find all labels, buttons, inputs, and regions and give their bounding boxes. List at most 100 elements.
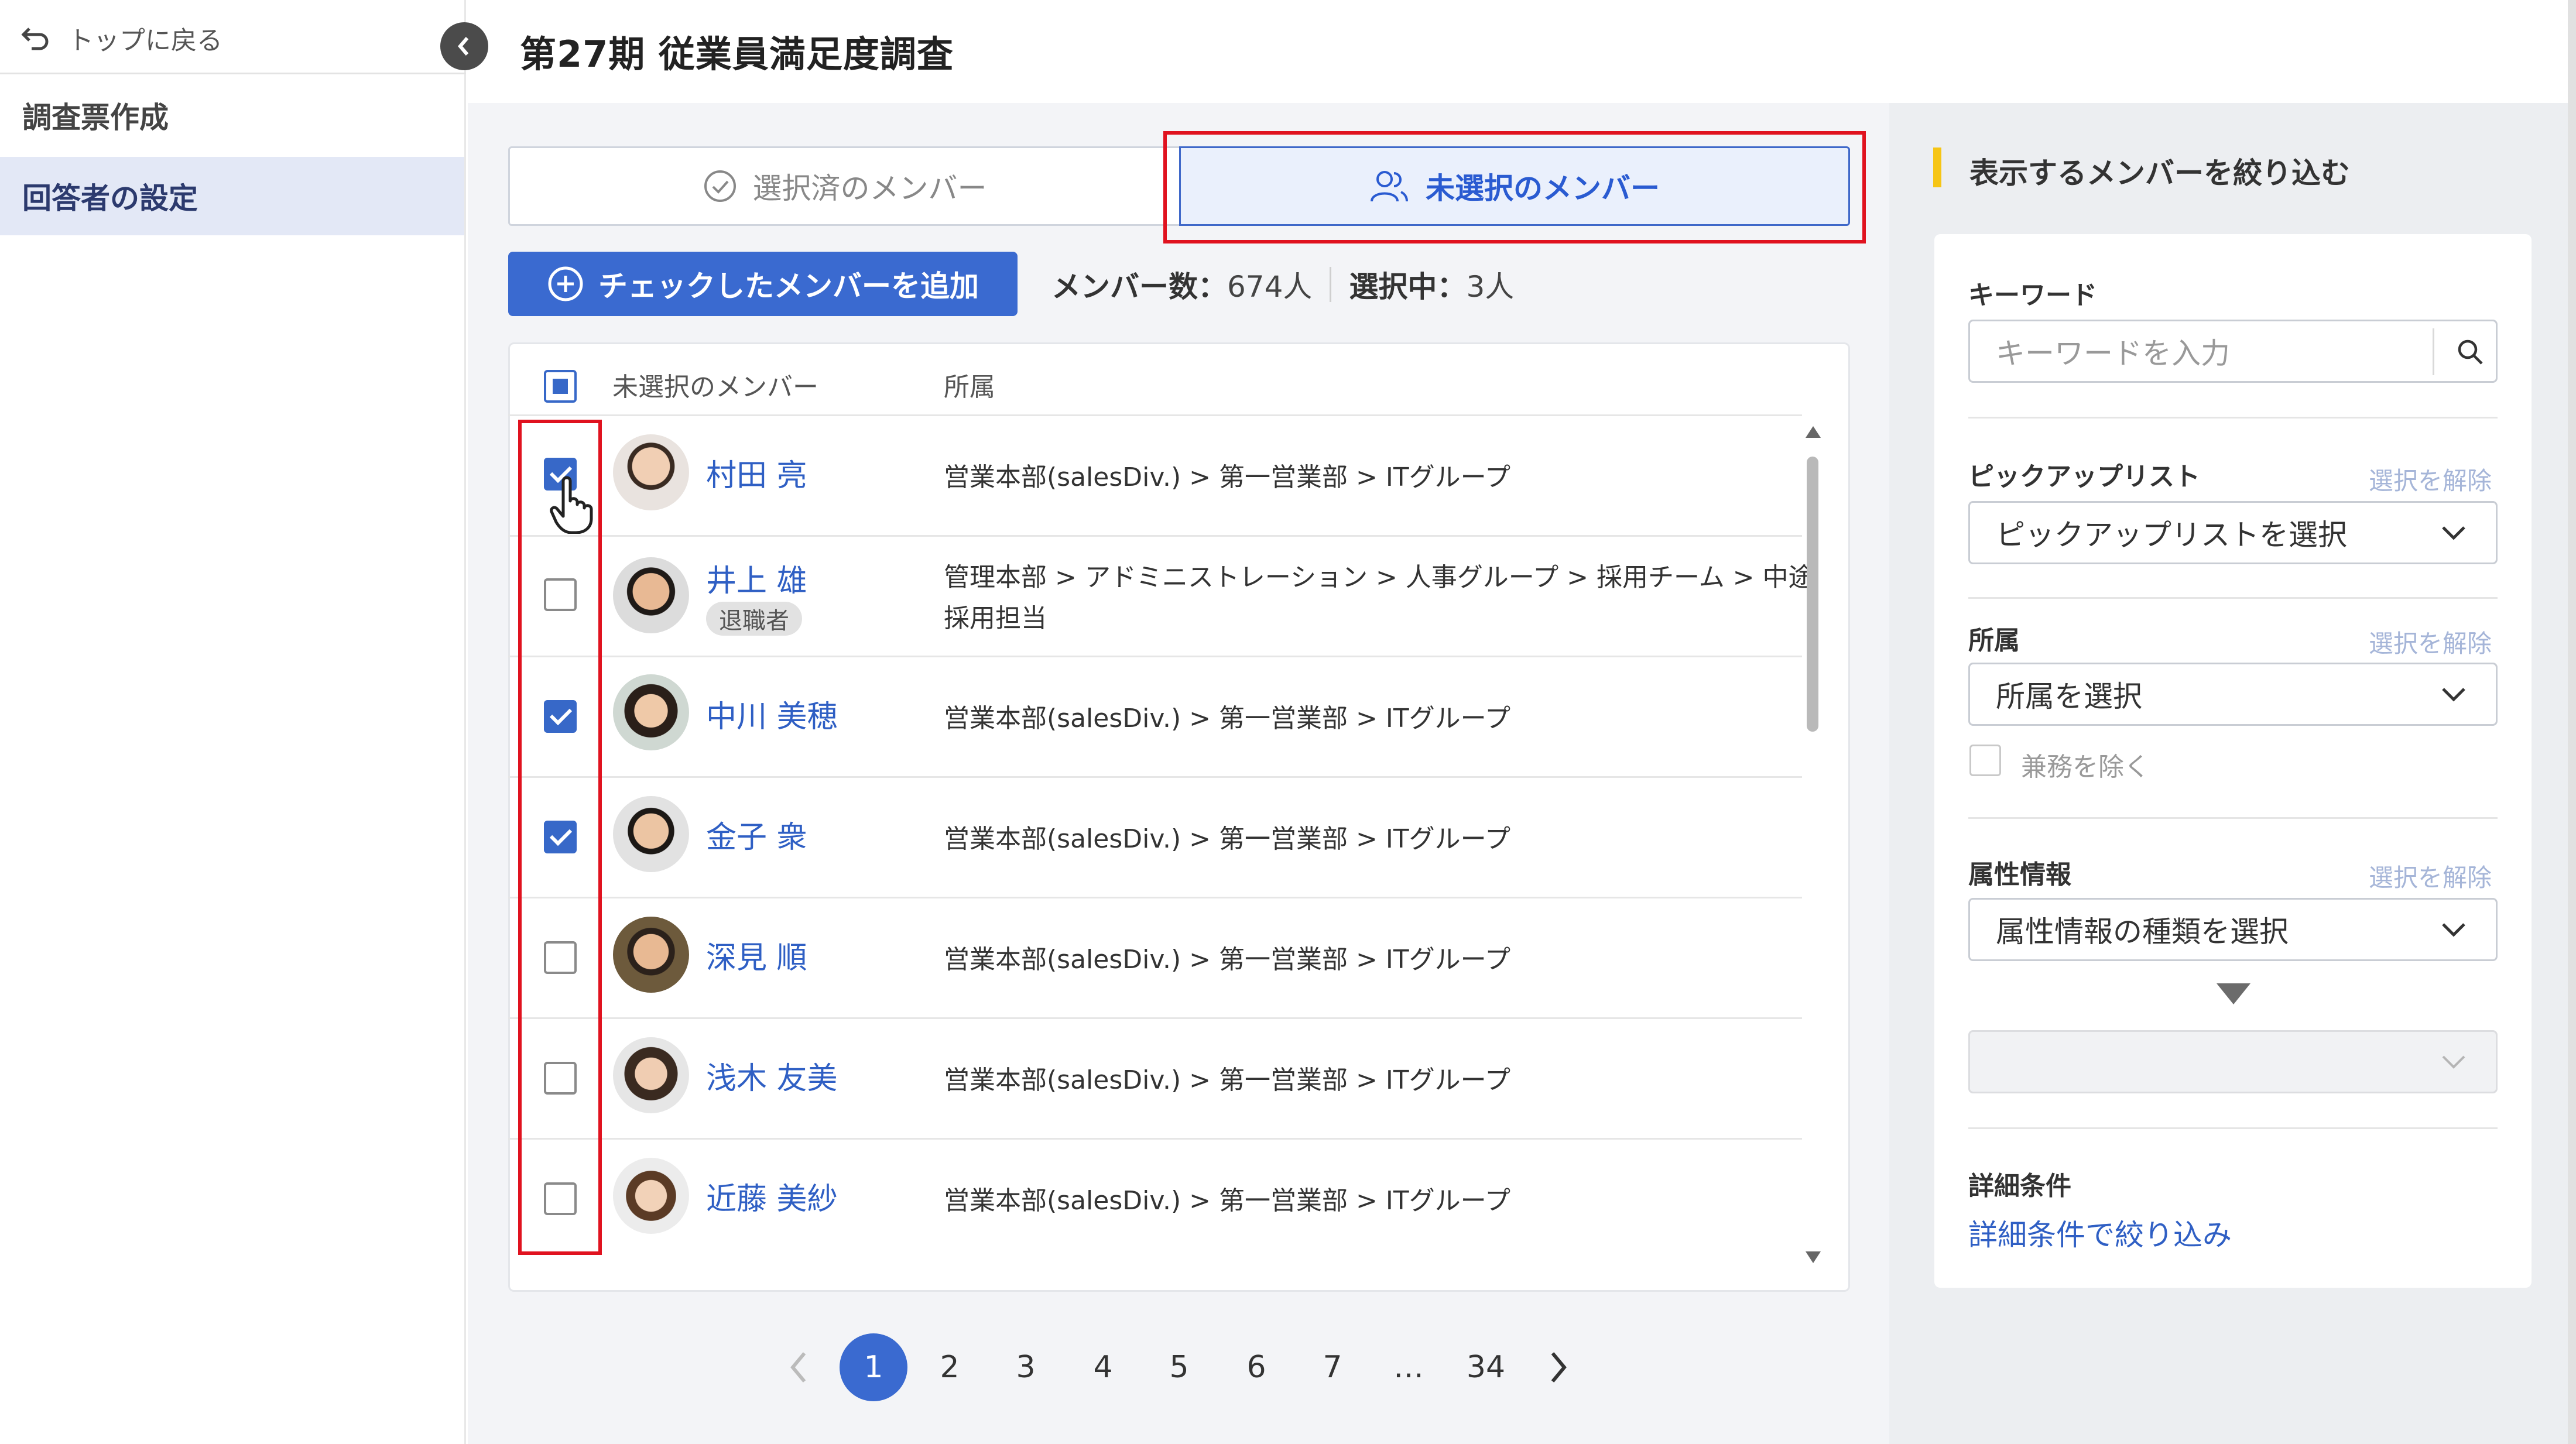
member-name[interactable]: 深見 順: [706, 933, 807, 977]
plus-circle-icon: [548, 266, 583, 301]
pickup-clear-link[interactable]: 選択を解除: [2369, 461, 2492, 497]
sidebar-item-respondents[interactable]: 回答者の設定: [0, 157, 464, 235]
scroll-down-icon[interactable]: [1804, 1250, 1822, 1264]
avatar: [613, 434, 689, 510]
member-dept: 営業本部(salesDiv.) > 第一営業部 > ITグループ: [944, 945, 1511, 975]
member-dept: 営業本部(salesDiv.) > 第一営業部 > ITグループ: [944, 1186, 1511, 1216]
highlight-frame-tab: [1163, 131, 1866, 243]
page-button[interactable]: 6: [1222, 1333, 1290, 1401]
avatar: [613, 796, 689, 872]
dept-placeholder: 所属を選択: [1996, 680, 2142, 714]
tab-selected-members[interactable]: 選択済のメンバー: [508, 146, 1179, 226]
attribute-label: 属性情報: [1968, 860, 2071, 890]
avatar: [613, 674, 689, 750]
member-dept: 営業本部(salesDiv.) > 第一営業部 > ITグループ: [944, 462, 1511, 492]
member-counts: メンバー数： 674人 選択中： 3人: [1051, 262, 1514, 307]
next-page-icon[interactable]: [1548, 1350, 1569, 1385]
detail-label: 詳細条件: [1968, 1171, 2071, 1201]
window-edge: [2568, 0, 2576, 1444]
member-dept: 営業本部(salesDiv.) > 第一営業部 > ITグループ: [944, 704, 1511, 733]
dept-label: 所属: [1968, 626, 2020, 656]
sidebar-divider: [0, 73, 466, 74]
sidebar-item-survey[interactable]: 調査票作成: [0, 76, 464, 155]
member-dept: 営業本部(salesDiv.) > 第一営業部 > ITグループ: [944, 1065, 1511, 1095]
sidebar-item-label: 調査票作成: [22, 101, 169, 135]
member-name[interactable]: 中川 美穂: [706, 692, 838, 736]
input-divider: [2433, 328, 2434, 375]
filter-divider: [1968, 417, 2498, 419]
member-name[interactable]: 金子 衆: [706, 812, 807, 856]
page-button[interactable]: 1: [840, 1333, 907, 1401]
page-title: 第27期 従業員満足度調査: [520, 33, 954, 76]
chevron-left-icon: [458, 37, 469, 56]
exclude-concurrent-checkbox[interactable]: [1969, 745, 2001, 776]
attribute-value-select[interactable]: [1968, 1030, 2498, 1093]
column-header-dept: 所属: [944, 372, 995, 402]
dept-clear-link[interactable]: 選択を解除: [2369, 624, 2492, 660]
highlight-frame-checkboxes: [518, 420, 602, 1255]
dept-select[interactable]: 所属を選択: [1968, 663, 2498, 726]
triangle-down-icon: [2217, 983, 2250, 1004]
member-count-value: 674人: [1227, 270, 1313, 304]
member-name[interactable]: 近藤 美紗: [706, 1174, 838, 1218]
page-button[interactable]: 4: [1069, 1333, 1137, 1401]
selected-count-label: 選択中：: [1349, 270, 1467, 304]
avatar: [613, 557, 689, 633]
count-divider: [1330, 267, 1332, 302]
chevron-down-icon: [2442, 526, 2465, 540]
keyword-placeholder: キーワードを入力: [1996, 337, 2230, 371]
member-name[interactable]: 井上 雄: [706, 556, 807, 600]
retired-badge: 退職者: [706, 602, 802, 636]
search-icon[interactable]: [2456, 338, 2484, 366]
member-dept: 管理本部 > アドミニストレーション > 人事グループ > 採用チーム > 中途: [944, 562, 1814, 592]
avatar: [613, 1158, 689, 1234]
app-root: トップに戻る 調査票作成 回答者の設定 第27期 従業員満足度調査 選択済のメン…: [0, 0, 2576, 1444]
member-count-label: メンバー数：: [1051, 270, 1227, 304]
avatar: [613, 1037, 689, 1113]
avatar: [613, 917, 689, 993]
keyword-input[interactable]: キーワードを入力: [1968, 320, 2498, 383]
chevron-down-icon: [2442, 923, 2465, 937]
prev-page-icon[interactable]: [788, 1350, 809, 1385]
back-label: トップに戻る: [68, 26, 222, 56]
filter-divider: [1968, 1127, 2498, 1129]
select-all-checkbox[interactable]: [544, 370, 577, 403]
page-button[interactable]: 34: [1452, 1333, 1520, 1401]
pickup-placeholder: ピックアップリストを選択: [1996, 518, 2347, 552]
keyword-label: キーワード: [1968, 280, 2097, 310]
sidebar-item-label: 回答者の設定: [22, 181, 198, 215]
column-header-name: 未選択のメンバー: [612, 372, 818, 402]
back-to-top-link[interactable]: トップに戻る: [21, 16, 222, 60]
member-name[interactable]: 村田 亮: [706, 451, 807, 495]
chevron-down-icon: [2442, 688, 2465, 702]
add-button-label: チェックしたメンバーを追加: [598, 269, 979, 303]
filter-divider: [1968, 597, 2498, 599]
detail-filter-link[interactable]: 詳細条件で絞り込み: [1968, 1212, 2232, 1254]
scroll-up-icon[interactable]: [1804, 425, 1822, 439]
page-button[interactable]: 7: [1299, 1333, 1366, 1401]
pickup-label: ピックアップリスト: [1968, 462, 2200, 492]
member-name[interactable]: 浅木 友美: [706, 1054, 838, 1097]
member-dept: 営業本部(salesDiv.) > 第一営業部 > ITグループ: [944, 824, 1511, 854]
undo-arrow-icon: [21, 28, 49, 50]
pickup-select[interactable]: ピックアップリストを選択: [1968, 501, 2498, 564]
check-circle-icon: [704, 170, 736, 202]
add-checked-members-button[interactable]: チェックしたメンバーを追加: [508, 252, 1018, 316]
attribute-type-select[interactable]: 属性情報の種類を選択: [1968, 898, 2498, 961]
page-button[interactable]: 3: [992, 1333, 1060, 1401]
page-button[interactable]: 5: [1145, 1333, 1213, 1401]
filter-divider: [1968, 817, 2498, 819]
page-button[interactable]: 2: [916, 1333, 984, 1401]
member-dept-cont: 採用担当: [944, 603, 1047, 633]
collapse-sidebar-button[interactable]: [440, 22, 488, 70]
tab-label: 選択済のメンバー: [752, 172, 987, 205]
scroll-thumb[interactable]: [1807, 457, 1818, 732]
chevron-down-icon: [2442, 1055, 2465, 1069]
selected-count-value: 3人: [1466, 270, 1515, 304]
sidebar: トップに戻る 調査票作成 回答者の設定: [0, 0, 466, 1444]
filter-title: 表示するメンバーを絞り込む: [1969, 156, 2350, 190]
exclude-concurrent-label: 兼務を除く: [2021, 752, 2150, 782]
attribute-clear-link[interactable]: 選択を解除: [2369, 858, 2492, 894]
attribute-placeholder: 属性情報の種類を選択: [1996, 915, 2289, 949]
page-ellipsis: …: [1393, 1350, 1424, 1385]
